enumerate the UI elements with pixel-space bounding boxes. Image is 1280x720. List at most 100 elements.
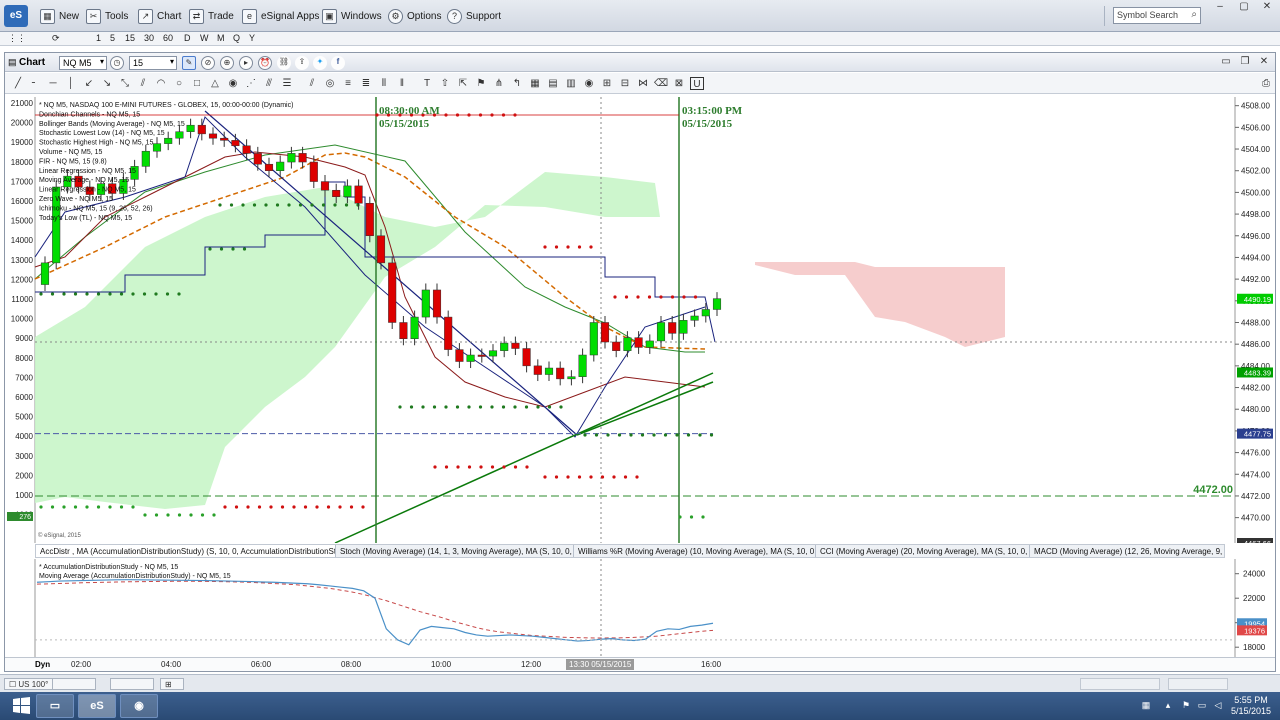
status-market[interactable]: ☐ US 100° [4, 678, 54, 690]
time-axis[interactable]: Dyn 02:00 04:00 06:00 08:00 10:00 12:00 … [5, 657, 1275, 671]
taskbar-recorder-button[interactable]: ◉ [120, 694, 158, 718]
triangle-tool-icon[interactable]: △ [208, 77, 222, 90]
menu-support[interactable]: ? Support [447, 8, 501, 24]
interval-5[interactable]: 5 [110, 33, 115, 43]
study-tab-macd[interactable]: MACD (Moving Average) (12, 26, Moving Av… [1030, 545, 1224, 557]
cycle-tool-icon[interactable]: ⦀ [377, 77, 391, 90]
taskbar-esignal-button[interactable]: eS [78, 694, 116, 718]
eye-tool-icon[interactable]: ◉ [582, 77, 596, 90]
dash-tool-icon[interactable]: ╴ [28, 77, 42, 90]
up-arrow-tool-icon[interactable]: ⇧ [438, 77, 452, 90]
range-tool-icon[interactable]: ⊞ [600, 77, 614, 90]
maximize-button[interactable]: ▢ [1236, 1, 1252, 13]
monitor-icon[interactable]: ▭ [1196, 700, 1208, 711]
flag-icon[interactable]: ⚑ [1180, 700, 1192, 711]
interval-m[interactable]: M [217, 33, 225, 43]
ray-tool-icon[interactable]: ↙ [82, 77, 96, 90]
interval-1[interactable]: 1 [96, 33, 101, 43]
facebook-icon[interactable]: f [331, 56, 345, 70]
fib-ext-tool-icon[interactable]: ≣ [359, 77, 373, 90]
magnet-tool-icon[interactable]: U [690, 77, 704, 90]
refresh-icon[interactable]: ⟳ [52, 33, 60, 44]
rectangle-tool-icon[interactable]: □ [190, 77, 204, 90]
clock-icon[interactable]: ◷ [110, 56, 124, 70]
menu-chart[interactable]: ↗ Chart [138, 8, 181, 24]
hline-tool-icon[interactable]: ─ [46, 77, 60, 90]
eraser-tool-icon[interactable]: ⌫ [654, 77, 668, 90]
price-chart[interactable]: 21000 20000 19000 18000 17000 16000 15000 14000… [5, 97, 1275, 543]
bars-tool-icon[interactable]: ☰ [280, 77, 294, 90]
interval-15[interactable]: 15 [125, 33, 135, 43]
accumulation-distribution-chart[interactable]: * AccumulationDistributionStudy - NQ M5,… [5, 559, 1275, 657]
lock-tool-icon[interactable]: ⊠ [672, 77, 686, 90]
chart-restore-button[interactable]: ❐ [1237, 56, 1253, 68]
grid-icon[interactable]: ⋮⋮ [8, 33, 26, 44]
alert-icon[interactable]: ⏰ [258, 56, 272, 70]
chevron-down-icon[interactable]: ▾ [170, 57, 174, 66]
study-tab-williams[interactable]: Williams %R (Moving Average) (10, Moving… [574, 545, 816, 557]
interval-y[interactable]: Y [249, 33, 255, 43]
menu-tools[interactable]: ✂ Tools [86, 8, 128, 24]
study-tab-accdistr[interactable]: AccDistr , MA (AccumulationDistributionS… [36, 545, 336, 557]
play-icon[interactable]: ▸ [239, 56, 253, 70]
interval-w[interactable]: W [200, 33, 209, 43]
chart-minimize-button[interactable]: ▭ [1218, 56, 1234, 68]
status-item[interactable] [52, 678, 96, 690]
line-tool-icon[interactable]: ╱ [11, 77, 25, 90]
zoom-icon[interactable]: ⊕ [220, 56, 234, 70]
menu-options[interactable]: ⚙ Options [388, 8, 441, 24]
close-button[interactable]: ✕ [1259, 1, 1275, 13]
pitchfork-tool-icon[interactable]: ⋔ [492, 77, 506, 90]
windows-start-icon[interactable] [4, 695, 38, 717]
twitter-icon[interactable]: ✦ [313, 56, 327, 70]
time-zone-tool-icon[interactable]: ‖ [395, 77, 409, 90]
fan-tool-icon[interactable]: ⋰ [244, 77, 258, 90]
study-tab-stoch[interactable]: Stoch (Moving Average) (14, 1, 3, Moving… [336, 545, 574, 557]
gann-tool-icon[interactable]: ⫻ [262, 77, 276, 90]
volume-icon[interactable]: ◁ [1212, 700, 1224, 711]
zigzag-tool-icon[interactable]: ⋈ [636, 77, 650, 90]
layers-tool-icon[interactable]: ⊟ [618, 77, 632, 90]
back-tool-icon[interactable]: ↰ [510, 77, 524, 90]
grid-tool-icon[interactable]: ▦ [528, 77, 542, 90]
status-checkbox-icon[interactable]: ☐ [9, 680, 16, 689]
target-tool-icon[interactable]: ◎ [323, 77, 337, 90]
arc-tool-icon[interactable]: ◠ [154, 77, 168, 90]
cursor-icon[interactable]: ⊘ [201, 56, 215, 70]
study-tab-cci[interactable]: CCI (Moving Average) (20, Moving Average… [816, 545, 1030, 557]
arrow-tool-icon[interactable]: ↘ [100, 77, 114, 90]
chevron-down-icon[interactable]: ▾ [100, 57, 104, 66]
extend-tool-icon[interactable]: ⤡ [118, 77, 132, 90]
chart-close-button[interactable]: ✕ [1256, 56, 1272, 68]
minimize-button[interactable]: – [1212, 1, 1228, 13]
pencil-icon[interactable]: ✎ [182, 56, 196, 70]
interval-60[interactable]: 60 [163, 33, 173, 43]
text-tool-icon[interactable]: T [420, 77, 434, 90]
interval-30[interactable]: 30 [144, 33, 154, 43]
dynamic-label[interactable]: Dyn [35, 660, 50, 669]
menu-windows[interactable]: ▣ Windows [322, 8, 382, 24]
share-icon[interactable]: ⇪ [295, 56, 309, 70]
network-icon[interactable]: ▦ [1140, 700, 1152, 711]
table-tool-icon[interactable]: ▤ [546, 77, 560, 90]
calendar-tool-icon[interactable]: ▥ [564, 77, 578, 90]
system-clock[interactable]: 5:55 PM 5/15/2015 [1226, 695, 1276, 717]
symbol-search-input[interactable]: Symbol Search ⌕ [1113, 7, 1201, 24]
symbol-input[interactable]: NQ M5 ▾ [59, 56, 107, 70]
measure-tool-icon[interactable]: ⇱ [456, 77, 470, 90]
search-icon[interactable]: ⌕ [1191, 9, 1197, 20]
menu-esignal-apps[interactable]: e eSignal Apps [242, 8, 319, 24]
link-icon[interactable]: ⛓ [277, 56, 291, 70]
status-item[interactable] [110, 678, 154, 690]
fib-tool-icon[interactable]: ≡ [341, 77, 355, 90]
circle-tool-icon[interactable]: ◉ [226, 77, 240, 90]
flag-tool-icon[interactable]: ⚑ [474, 77, 488, 90]
status-item[interactable]: ⊞ [160, 678, 184, 690]
esignal-logo-icon[interactable]: eS [4, 5, 28, 27]
vline-tool-icon[interactable]: │ [64, 77, 78, 90]
interval-d[interactable]: D [184, 33, 191, 43]
taskbar-explorer-button[interactable]: ▭ [36, 694, 74, 718]
interval-q[interactable]: Q [233, 33, 240, 43]
ellipse-tool-icon[interactable]: ○ [172, 77, 186, 90]
menu-new[interactable]: ▦ New [40, 8, 79, 24]
